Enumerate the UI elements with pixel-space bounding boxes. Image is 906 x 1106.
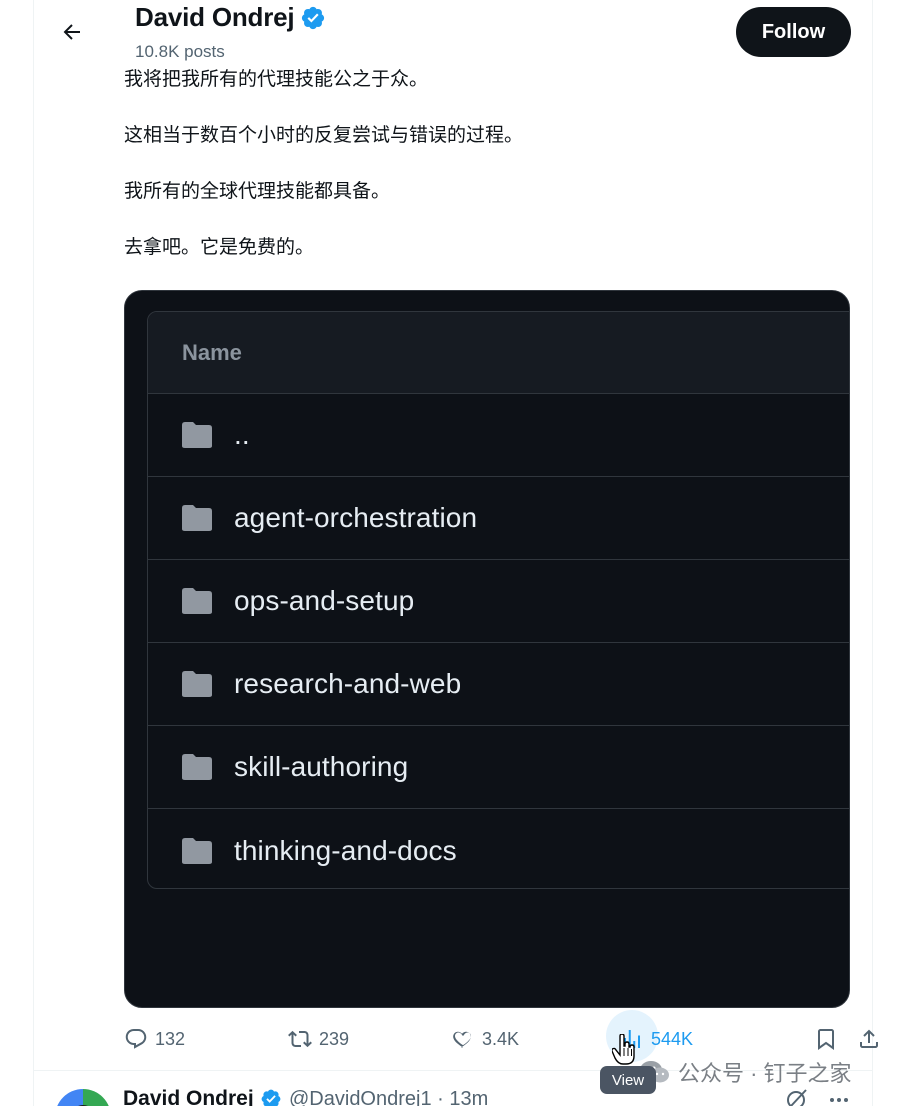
name-column-header: Name	[182, 339, 242, 365]
more-options-icon[interactable]	[827, 1087, 851, 1106]
arrow-left-icon	[63, 24, 80, 40]
folder-icon	[182, 505, 212, 531]
file-name: research-and-web	[234, 668, 462, 699]
back-button[interactable]	[54, 14, 90, 50]
file-row: thinking-and-docs	[148, 809, 849, 888]
file-row: skill-authoring	[148, 726, 849, 809]
bookmark-button[interactable]	[814, 1022, 838, 1056]
file-name: ops-and-setup	[234, 585, 415, 616]
next-tweet-name: David Ondrej	[123, 1087, 254, 1106]
bookmark-icon	[818, 1029, 834, 1050]
file-row: ops-and-setup	[148, 560, 849, 643]
file-name: thinking-and-docs	[234, 834, 457, 866]
watermark-text: 公众号 · 钉子之家	[678, 1061, 852, 1086]
tweet-action-bar: 132 239 3.4K 544K	[124, 1010, 878, 1062]
tweet-media-image[interactable]: Name .. agent-orchestration ops-and-setu…	[124, 290, 850, 1008]
views-tooltip: View	[600, 1066, 656, 1094]
profile-name-text: David Ondrej	[135, 2, 295, 32]
reply-button[interactable]: 132	[124, 1022, 185, 1056]
file-name: skill-authoring	[234, 751, 409, 782]
repost-icon	[288, 1030, 312, 1048]
like-button[interactable]: 3.4K	[451, 1022, 519, 1056]
file-browser-table: Name .. agent-orchestration ops-and-setu…	[147, 311, 849, 889]
file-table-header: Name	[148, 312, 849, 394]
file-row: research-and-web	[148, 643, 849, 726]
tweet-text: 我将把我所有的代理技能公之于众。 这相当于数百个小时的反复尝试与错误的过程。 我…	[124, 66, 844, 290]
reply-count: 132	[155, 1028, 186, 1049]
avatar[interactable]	[55, 1089, 111, 1106]
hand-pointer-cursor-icon	[612, 1034, 635, 1065]
repost-count: 239	[319, 1028, 350, 1049]
file-row: agent-orchestration	[148, 477, 849, 560]
verified-badge-icon	[261, 1089, 281, 1106]
file-name: agent-orchestration	[234, 502, 478, 533]
reply-icon	[125, 1029, 147, 1049]
profile-name: David Ondrej	[135, 2, 326, 33]
follow-button[interactable]: Follow	[736, 7, 851, 57]
folder-icon	[182, 588, 212, 614]
watermark: 公众号 · 钉子之家	[638, 1056, 852, 1088]
folder-icon	[182, 754, 212, 780]
next-tweet-menu	[785, 1087, 851, 1106]
like-count: 3.4K	[482, 1028, 520, 1049]
grok-icon[interactable]	[785, 1087, 809, 1106]
views-count: 544K	[651, 1028, 694, 1049]
tweet-line-4: 去拿吧。它是免费的。	[124, 237, 315, 258]
heart-icon	[453, 1031, 472, 1048]
folder-icon	[182, 837, 212, 864]
next-tweet-handle: @DavidOndrej1 · 13m	[289, 1088, 489, 1106]
folder-icon	[182, 671, 212, 697]
tweet-line-1: 我将把我所有的代理技能公之于众。	[124, 69, 429, 90]
post-count: 10.8K posts	[135, 42, 225, 61]
folder-icon	[182, 422, 212, 448]
repost-button[interactable]: 239	[288, 1022, 349, 1056]
tweet-line-2: 这相当于数百个小时的反复尝试与错误的过程。	[124, 125, 524, 146]
share-icon	[860, 1029, 878, 1048]
file-name: ..	[234, 419, 250, 450]
file-row: ..	[148, 394, 849, 477]
profile-header: David Ondrej 10.8K posts Follow	[34, 0, 872, 68]
next-tweet-author[interactable]: David Ondrej	[123, 1087, 282, 1106]
share-button[interactable]	[857, 1022, 881, 1056]
verified-badge-icon	[302, 6, 325, 29]
tweet-line-3: 我所有的全球代理技能都具备。	[124, 181, 391, 202]
timeline-column: David Ondrej 10.8K posts Follow 我将把我所有的代…	[33, 0, 878, 1106]
